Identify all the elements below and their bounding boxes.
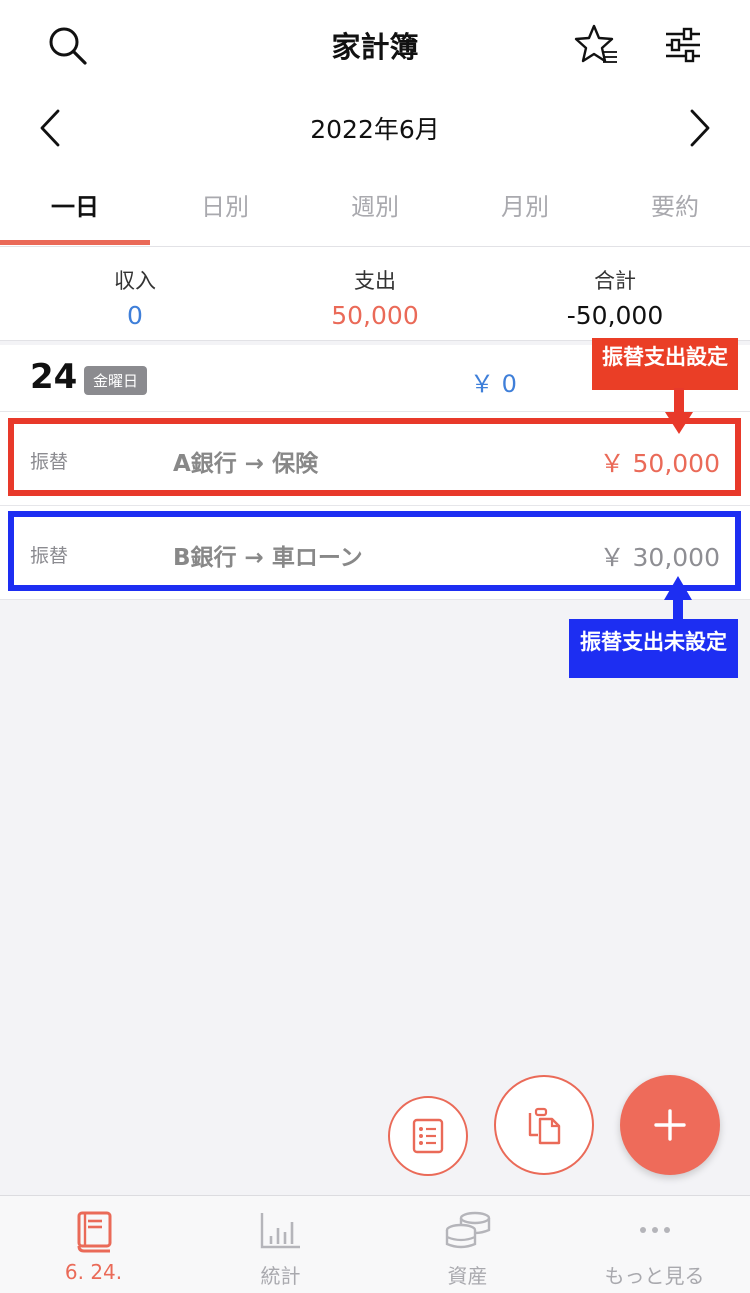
nav-label-more: もっと見る xyxy=(604,1264,705,1288)
total-summary: 合計 -50,000 xyxy=(490,265,740,330)
bookmark-list-button[interactable] xyxy=(388,1096,468,1176)
tab-by-day[interactable]: 日別 xyxy=(150,170,300,247)
nav-label-assets: 資産 xyxy=(447,1264,488,1288)
coins-icon xyxy=(445,1211,490,1249)
bottom-navigation: 6. 24. 統計 資産 もっと見る xyxy=(0,1195,750,1293)
active-tab-indicator xyxy=(0,240,150,245)
nav-item-assets[interactable]: 資産 xyxy=(374,1196,561,1293)
current-month[interactable]: 2022年6月 xyxy=(0,110,750,146)
summary-bar: 収入 0 支出 50,000 合計 -50,000 xyxy=(0,247,750,341)
annotation-transfer-expense-set: 振替支出設定 xyxy=(592,338,738,390)
day-income: ￥ 0 xyxy=(470,370,517,398)
favorite-list-icon[interactable] xyxy=(572,22,622,68)
total-value: -50,000 xyxy=(566,301,664,330)
chevron-right-icon[interactable] xyxy=(684,106,716,150)
income-label: 収入 xyxy=(114,269,156,293)
annotation-transfer-expense-unset: 振替支出未設定 xyxy=(569,619,738,678)
weekday-badge: 金曜日 xyxy=(84,366,148,395)
tab-by-month[interactable]: 月別 xyxy=(450,170,600,247)
income-summary: 収入 0 xyxy=(10,265,260,330)
highlight-box-red xyxy=(8,418,741,496)
more-icon xyxy=(639,1227,670,1233)
stats-icon xyxy=(260,1213,300,1249)
tab-summary[interactable]: 要約 xyxy=(600,170,750,247)
nav-label-ledger: 6. 24. xyxy=(64,1260,123,1284)
nav-item-more[interactable]: もっと見る xyxy=(561,1196,748,1293)
book-icon xyxy=(77,1211,111,1253)
tab-daily-single[interactable]: 一日 xyxy=(0,170,150,247)
expense-label: 支出 xyxy=(354,269,396,293)
annotation-arrow-up-icon xyxy=(664,576,692,622)
month-navigator: 2022年6月 xyxy=(0,88,750,170)
expense-value: 50,000 xyxy=(331,301,419,330)
nav-label-stats: 統計 xyxy=(260,1264,301,1288)
copy-icon xyxy=(528,1107,561,1145)
expense-summary: 支出 50,000 xyxy=(250,265,500,330)
nav-item-ledger[interactable]: 6. 24. xyxy=(0,1196,187,1293)
day-number: 24 xyxy=(30,357,78,397)
highlight-box-blue xyxy=(8,511,741,591)
top-bar: 家計簿 xyxy=(0,0,750,88)
tab-by-week[interactable]: 週別 xyxy=(300,170,450,247)
copy-button[interactable] xyxy=(494,1075,594,1175)
filter-settings-icon[interactable] xyxy=(660,22,706,68)
nav-item-stats[interactable]: 統計 xyxy=(187,1196,374,1293)
income-value: 0 xyxy=(127,301,143,330)
page-title: 家計簿 xyxy=(331,30,419,64)
annotation-arrow-down-icon xyxy=(665,388,693,434)
total-label: 合計 xyxy=(594,269,636,293)
plus-icon xyxy=(654,1109,686,1141)
view-tabs: 一日 日別 週別 月別 要約 xyxy=(0,170,750,247)
add-transaction-button[interactable] xyxy=(620,1075,720,1175)
checklist-icon xyxy=(412,1118,444,1154)
